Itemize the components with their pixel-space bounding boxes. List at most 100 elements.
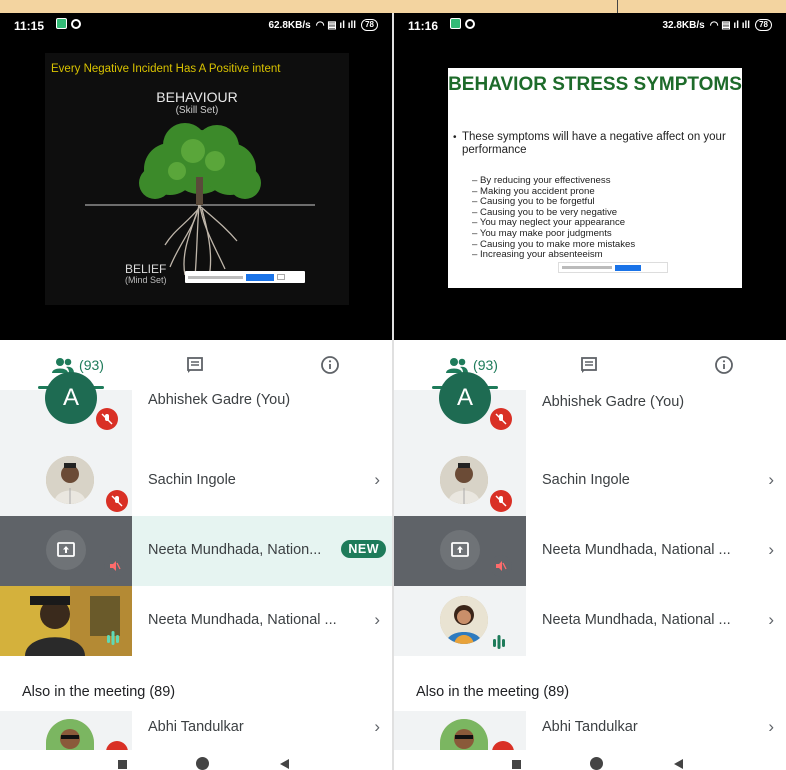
- screen-share-banner[interactable]: [185, 271, 305, 283]
- new-badge: NEW: [341, 540, 386, 558]
- mic-off-icon: [490, 555, 512, 577]
- list-item[interactable]: Abhi Tandulkar ›: [394, 711, 786, 763]
- mic-off-icon: [490, 490, 512, 512]
- participant-tile: A: [0, 372, 132, 446]
- participant-row[interactable]: Neeta Mundhada, National ... ›: [394, 586, 786, 656]
- list-item[interactable]: Abhi Tandulkar ›: [0, 711, 392, 763]
- participant-name: Sachin Ingole: [148, 472, 236, 488]
- mic-off-icon: [96, 408, 118, 430]
- list-item: You may make poor judgments: [472, 228, 635, 240]
- avatar: [46, 456, 94, 504]
- participant-row[interactable]: Neeta Mundhada, Nation... NEW: [0, 516, 392, 586]
- participant-name: Abhi Tandulkar: [542, 719, 638, 735]
- symptom-list: By reducing your effectiveness Making yo…: [472, 175, 635, 261]
- participant-tile: A: [394, 372, 526, 446]
- signal-icon: ◠ ▤ ıl ıll: [315, 19, 357, 31]
- audio-level-icon: [107, 631, 119, 645]
- chevron-right-icon[interactable]: ›: [768, 610, 774, 630]
- signal-icon: ◠ ▤ ıl ıll: [709, 19, 751, 31]
- people-icon: [52, 358, 75, 373]
- participants-list: A Abhishek Gadre (You) Sachin Ingole › N…: [394, 372, 786, 763]
- participant-name: Abhishek Gadre (You): [542, 394, 685, 410]
- people-icon: [446, 358, 469, 373]
- mic-off-icon: [490, 408, 512, 430]
- recents-button[interactable]: [512, 760, 521, 769]
- info-icon: [715, 356, 733, 374]
- participant-tile: [0, 711, 132, 763]
- participant-row[interactable]: Sachin Ingole ›: [0, 446, 392, 516]
- slide-top-label: BEHAVIOUR: [156, 89, 238, 105]
- slide-top-sub: (Skill Set): [175, 105, 219, 116]
- slide-bottom-label: BELIEF: [125, 262, 167, 276]
- participant-name: Neeta Mundhada, National ...: [542, 542, 731, 558]
- present-screen-icon: [451, 542, 469, 557]
- status-bar: 11:16 32.8KB/s ◠ ▤ ıl ıll 78: [394, 13, 786, 39]
- avatar: A: [439, 372, 491, 424]
- people-count: (93): [473, 357, 498, 373]
- mic-off-icon: [106, 490, 128, 512]
- chevron-right-icon[interactable]: ›: [768, 470, 774, 490]
- slide-bottom-sub: (Mind Set): [125, 275, 167, 285]
- chevron-right-icon[interactable]: ›: [768, 717, 774, 737]
- back-button[interactable]: [280, 759, 289, 769]
- participant-tile: [0, 516, 132, 586]
- participant-name: Neeta Mundhada, National ...: [542, 612, 731, 628]
- tab-chat[interactable]: [564, 340, 614, 390]
- chat-icon: [187, 357, 203, 373]
- section-header: Also in the meeting (89): [22, 684, 176, 700]
- back-button[interactable]: [674, 759, 683, 769]
- status-time: 11:16: [408, 19, 439, 33]
- slide-bullet: • These symptoms will have a negative aff…: [453, 131, 726, 156]
- participant-row[interactable]: Neeta Mundhada, National ... ›: [0, 586, 392, 656]
- participant-name: Neeta Mundhada, Nation...: [148, 542, 322, 558]
- slide-headline: Every Negative Incident Has A Positive i…: [51, 63, 281, 75]
- list-item: Increasing your absenteeism: [472, 250, 635, 261]
- participant-tile: [394, 516, 526, 586]
- participant-tile: [0, 446, 132, 516]
- participant-name: Abhi Tandulkar: [148, 719, 244, 735]
- avatar: [440, 719, 488, 751]
- location-icon: [465, 19, 475, 29]
- present-screen-icon: [57, 542, 75, 557]
- android-nav-bar: [0, 750, 392, 770]
- avatar: [46, 719, 94, 751]
- network-speed: 32.8KB/s: [662, 19, 705, 31]
- android-nav-bar: [394, 750, 786, 770]
- tab-info[interactable]: [305, 340, 355, 390]
- tab-chat[interactable]: [170, 340, 220, 390]
- presentation-video[interactable]: 11:15 62.8KB/s ◠ ▤ ıl ıll 78 Every Negativ…: [0, 13, 392, 340]
- chevron-right-icon[interactable]: ›: [768, 540, 774, 560]
- recents-button[interactable]: [118, 760, 127, 769]
- chevron-right-icon[interactable]: ›: [374, 610, 380, 630]
- avatar: A: [45, 372, 97, 424]
- slide-behaviour: Every Negative Incident Has A Positive i…: [45, 53, 349, 305]
- participant-name: Neeta Mundhada, National ...: [148, 612, 337, 628]
- participant-tile: [394, 446, 526, 516]
- info-icon: [321, 356, 339, 374]
- participant-row[interactable]: A Abhishek Gadre (You): [0, 372, 392, 446]
- tab-info[interactable]: [699, 340, 749, 390]
- audio-level-icon: [493, 635, 505, 649]
- gallery-icon: [450, 18, 461, 29]
- gallery-icon: [56, 18, 67, 29]
- participant-tile: [0, 586, 132, 656]
- chat-icon: [581, 357, 597, 373]
- home-button[interactable]: [196, 757, 209, 770]
- list-item: By reducing your effectiveness: [472, 175, 635, 187]
- avatar: [440, 596, 488, 644]
- participant-row[interactable]: A Abhishek Gadre (You): [394, 372, 786, 446]
- participant-row[interactable]: Sachin Ingole ›: [394, 446, 786, 516]
- participant-name: Abhishek Gadre (You): [148, 392, 291, 408]
- slide-stress-symptoms: BEHAVIOR STRESS SYMPTOMS • These symptoms…: [448, 68, 742, 288]
- chevron-right-icon[interactable]: ›: [374, 717, 380, 737]
- presentation-video[interactable]: 11:16 32.8KB/s ◠ ▤ ıl ıll 78 BEHAVIOR STRE…: [394, 13, 786, 340]
- participant-row[interactable]: Neeta Mundhada, National ... ›: [394, 516, 786, 586]
- chevron-right-icon[interactable]: ›: [374, 470, 380, 490]
- screen-share-banner[interactable]: [558, 262, 668, 273]
- home-button[interactable]: [590, 757, 603, 770]
- location-icon: [71, 19, 81, 29]
- battery-icon: 78: [361, 19, 378, 31]
- mic-off-icon: [104, 555, 126, 577]
- participant-tile: [394, 711, 526, 763]
- tree-image: [85, 123, 315, 278]
